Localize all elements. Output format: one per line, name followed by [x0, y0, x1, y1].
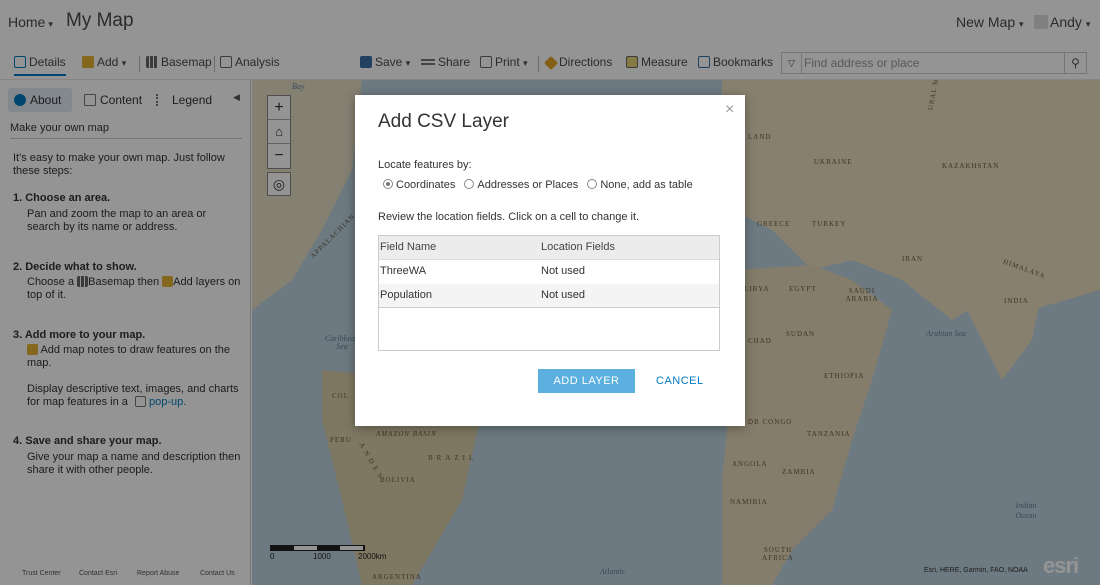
table-header-row: Field Name Location Fields: [379, 236, 719, 260]
field-name-cell: Population: [380, 289, 432, 301]
dialog-title: Add CSV Layer: [378, 111, 509, 132]
table-row: ThreeWA Not used: [379, 260, 719, 284]
close-icon[interactable]: ×: [725, 101, 734, 119]
option-none-label: None, add as table: [600, 179, 693, 191]
option-coordinates-label: Coordinates: [396, 179, 456, 191]
locate-options: Coordinates Addresses or Places None, ad…: [383, 179, 699, 191]
locate-features-label: Locate features by:: [378, 159, 472, 171]
header-field-name: Field Name: [380, 241, 437, 253]
location-field-cell[interactable]: Not used: [541, 265, 585, 277]
location-field-cell[interactable]: Not used: [541, 289, 585, 301]
add-layer-button[interactable]: ADD LAYER: [538, 369, 635, 393]
option-addresses[interactable]: Addresses or Places: [464, 179, 578, 191]
header-location-fields: Location Fields: [541, 241, 615, 253]
radio-icon: [464, 179, 475, 189]
cancel-button[interactable]: CANCEL: [656, 369, 704, 393]
table-row: Population Not used: [379, 284, 719, 308]
option-coordinates[interactable]: Coordinates: [383, 179, 455, 191]
review-instructions: Review the location fields. Click on a c…: [378, 211, 640, 223]
option-none-table[interactable]: None, add as table: [587, 179, 693, 191]
radio-selected-icon: [383, 179, 393, 189]
location-fields-table: Field Name Location Fields ThreeWA Not u…: [378, 235, 720, 351]
radio-icon: [587, 179, 598, 189]
option-addresses-label: Addresses or Places: [477, 179, 579, 191]
add-csv-layer-dialog: × Add CSV Layer Locate features by: Coor…: [355, 95, 745, 426]
field-name-cell: ThreeWA: [380, 265, 427, 277]
